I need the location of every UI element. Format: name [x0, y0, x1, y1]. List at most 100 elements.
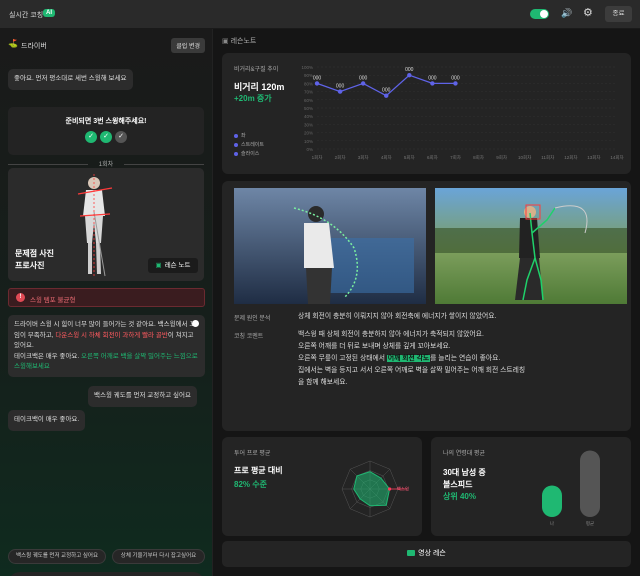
club-change-button[interactable]: 클럽 변경 — [171, 38, 205, 53]
data-label: 000 — [451, 75, 460, 81]
x-tick-label: 9회차 — [496, 154, 508, 161]
y-tick-label: 70% — [304, 90, 313, 95]
data-label: 000 — [313, 75, 322, 81]
ready-card: 준비되면 3번 스윙해주세요! ✓ ✓ ✓ — [8, 107, 204, 155]
data-point — [407, 73, 412, 78]
y-tick-label: 30% — [304, 122, 313, 127]
bar-chart: 나 평균 — [542, 450, 600, 527]
bar — [580, 450, 600, 517]
radar-marker-label: 백스윙 — [397, 486, 409, 493]
x-tick-label: 11회차 — [541, 154, 555, 161]
photo-title: 문제점 사진 프로사진 — [15, 249, 55, 270]
check-icon: ✓ — [100, 131, 112, 143]
lesson-note-header: ▣ 레슨노트 — [222, 38, 257, 45]
club-row: ⛳ 드라이버 클럽 변경 — [8, 38, 205, 53]
coach-comment: 백스윙 때 상체 회전이 충분하지 않아 에너지가 축적되지 않았어요. 오른쪽… — [298, 331, 526, 386]
note-icon: ▣ — [155, 262, 162, 269]
top-bar: 실시간 코칭 AI 🔊 ⚙ 종료 — [0, 0, 640, 29]
x-tick-label: 7회차 — [450, 154, 462, 161]
legend-item: 슬라이스 — [234, 150, 259, 157]
chat-input[interactable]: ↑ — [8, 572, 205, 576]
data-point — [453, 81, 458, 86]
age-average-card: 나의 연령대 평균 30대 남성 중 볼스피드 상위 40% 나 평균 — [431, 437, 631, 536]
radar-area — [353, 471, 391, 507]
age-big-2: 볼스피드 — [443, 480, 473, 489]
distance-delta: +20m 증가 — [234, 94, 272, 103]
check-icon: ✓ — [85, 131, 97, 143]
alert-banner: ! 스윙 템포 불균형 — [8, 288, 205, 307]
suggestion-chip[interactable]: 상체 기울기부터 다시 잡고싶어요 — [112, 549, 205, 564]
data-label: 000 — [359, 75, 368, 81]
data-label: 000 — [336, 84, 345, 90]
distance-chart-card: 비거리&구질 추이 비거리 120m +20m 증가 좌 스트레이트 슬라이스 … — [222, 53, 631, 174]
analysis-card: 문제 원인 분석 상체 회전이 충분히 이뤄지지 않아 회전축에 에너지가 쌓이… — [222, 181, 631, 431]
club-icon: ⛳ — [8, 39, 18, 48]
data-label: 000 — [382, 88, 391, 94]
ready-text: 준비되면 3번 스윙해주세요! — [65, 118, 147, 125]
lesson-note-button[interactable]: ▣ 레슨 노트 — [148, 258, 198, 273]
x-tick-label: 4회차 — [381, 154, 393, 161]
x-tick-label: 8회차 — [473, 154, 485, 161]
data-point — [337, 89, 343, 94]
y-tick-label: 40% — [304, 114, 313, 119]
video-lesson-button[interactable]: 영상 레슨 — [222, 541, 631, 567]
speaker-icon[interactable]: 🔊 — [561, 8, 572, 19]
x-tick-label: 2회차 — [335, 154, 347, 161]
ai-message: 좋아요. 먼저 평소대로 세번 스윙해 보세요 — [8, 69, 133, 90]
swing-photo-pro — [435, 188, 627, 304]
data-label: 000 — [405, 67, 414, 73]
y-tick-label: 20% — [304, 131, 313, 136]
legend-item: 스트레이트 — [234, 141, 264, 148]
video-icon — [407, 550, 416, 557]
x-tick-label: 10회차 — [518, 154, 532, 161]
y-tick-label: 90% — [304, 73, 313, 78]
ai-message: 테이크백이 매우 좋아요. — [8, 410, 86, 431]
y-tick-label: 50% — [304, 106, 313, 111]
data-point — [430, 81, 435, 86]
tour-value: 82% 수준 — [234, 480, 267, 489]
legend-item: 좌 — [234, 132, 246, 139]
check-icon: ✓ — [115, 131, 127, 143]
x-tick-label: 6회차 — [427, 154, 439, 161]
data-point — [360, 81, 366, 86]
y-tick-label: 100% — [301, 65, 313, 70]
chart-label: 비거리&구질 추이 — [234, 67, 279, 73]
x-tick-label: 13회차 — [587, 154, 601, 161]
exit-button[interactable]: 종료 — [605, 6, 632, 22]
gear-icon[interactable]: ⚙ — [583, 6, 593, 19]
suggestion-chip[interactable]: 백스윙 궤도를 먼저 교정하고 싶어요 — [8, 549, 106, 564]
bar — [542, 485, 562, 517]
x-tick-label: 1회차 — [312, 154, 324, 161]
ai-analysis-message: 드라이버 스윙 시 힘이 너무 많이 들어가는 것 같아요. 백스윙에서 꼬임이… — [8, 315, 205, 377]
y-tick-label: 60% — [304, 98, 313, 103]
age-big-1: 30대 남성 중 — [443, 468, 486, 477]
age-label: 나의 연령대 평균 — [443, 451, 485, 457]
age-value: 상위 40% — [443, 492, 476, 501]
tour-label: 투어 프로 평균 — [234, 451, 271, 457]
app-title: 실시간 코칭 — [9, 12, 44, 19]
ai-badge: AI — [43, 9, 55, 17]
club-label: 드라이버 — [21, 43, 47, 50]
bar-label: 나 — [550, 520, 554, 527]
radar-marker — [388, 487, 392, 491]
data-label: 000 — [428, 75, 437, 81]
x-tick-label: 5회차 — [404, 154, 416, 161]
x-tick-label: 14회차 — [610, 154, 624, 161]
y-tick-label: 10% — [304, 139, 313, 144]
problem-photo-card[interactable]: 문제점 사진 프로사진 ▣ 레슨 노트 — [8, 168, 204, 281]
tour-big: 프로 평균 대비 — [234, 466, 283, 475]
swing-photo-indoor — [234, 188, 426, 304]
coach-label: 코칭 코멘트 — [234, 334, 264, 340]
cause-text: 상체 회전이 충분히 이뤄지지 않아 회전축에 에너지가 쌓이지 않았어요. — [298, 313, 497, 320]
tour-pro-card: 투어 프로 평균 프로 평균 대비 82% 수준 백스윙 — [222, 437, 422, 536]
data-point — [314, 81, 320, 86]
distance-value: 비거리 120m — [234, 82, 285, 92]
note-icon: ▣ — [222, 38, 229, 45]
coaching-toggle[interactable] — [530, 9, 549, 19]
data-point — [384, 93, 389, 98]
chat-panel: ⛳ 드라이버 클럽 변경 좋아요. 먼저 평소대로 세번 스윙해 보세요 준비되… — [0, 29, 213, 576]
x-tick-label: 12회차 — [564, 154, 578, 161]
y-tick-label: 80% — [304, 81, 313, 86]
x-tick-label: 3회차 — [358, 154, 370, 161]
alert-text: 스윙 템포 불균형 — [30, 297, 76, 304]
